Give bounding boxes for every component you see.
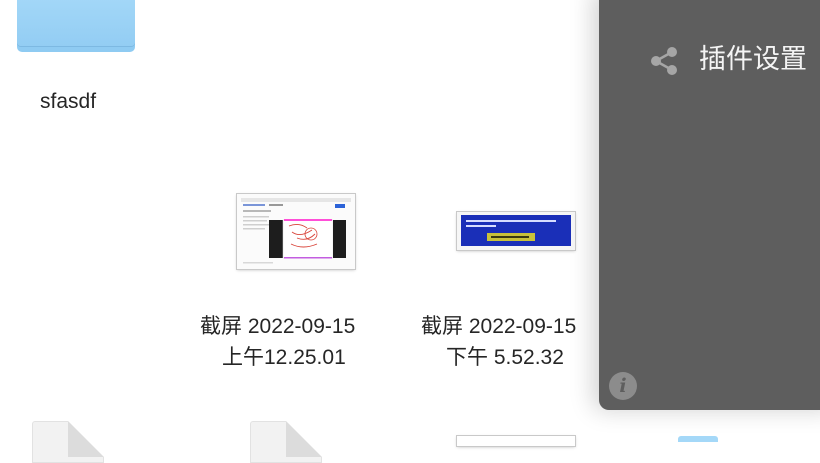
info-icon[interactable]: i <box>609 372 637 400</box>
page-fold <box>286 421 322 457</box>
folder-front <box>17 0 135 46</box>
thumbnail-2-preview <box>457 212 575 250</box>
screenshot-thumbnail-2[interactable] <box>457 212 575 250</box>
screenshot-thumbnail-1[interactable] <box>237 194 355 269</box>
document-icon[interactable] <box>32 421 104 463</box>
screenshot-1-label-line1[interactable]: 截屏 2022-09-15 <box>200 311 355 342</box>
document-icon[interactable] <box>250 421 322 463</box>
screenshot-thumbnail-partial[interactable] <box>457 436 575 446</box>
panel-title: 插件设置 <box>699 44 807 75</box>
folder-label[interactable]: sfasdf <box>40 86 96 117</box>
screenshot-1-label-line2[interactable]: 上午12.25.01 <box>222 342 346 373</box>
folder-icon[interactable] <box>678 436 718 442</box>
share-icon[interactable] <box>648 46 680 76</box>
screenshot-2-label-line1[interactable]: 截屏 2022-09-15 <box>421 311 576 342</box>
thumbnail-1-preview <box>237 194 355 269</box>
page-fold <box>68 421 104 457</box>
folder-icon[interactable] <box>17 0 135 54</box>
screenshot-2-label-line2[interactable]: 下午 5.52.32 <box>446 342 564 373</box>
